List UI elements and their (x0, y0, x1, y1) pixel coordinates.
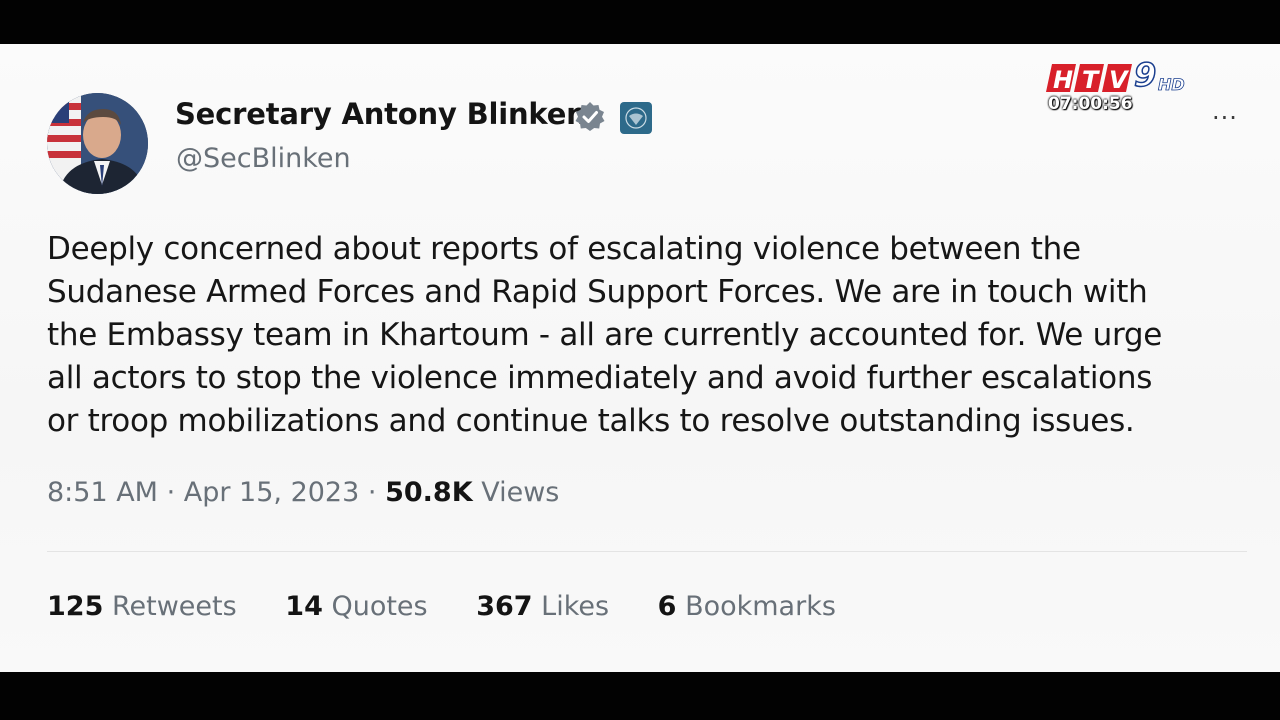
tweet-text-line: or troop mobilizations and continue talk… (47, 403, 1135, 439)
video-letterbox-top (0, 0, 1280, 44)
quotes-label: Quotes (331, 591, 428, 622)
svg-text:V: V (1109, 66, 1130, 94)
meta-separator: · (367, 477, 377, 508)
svg-text:9: 9 (1134, 60, 1156, 94)
likes-label: Likes (541, 591, 610, 622)
bookmarks-stat[interactable]: 6 Bookmarks (658, 591, 836, 622)
svg-text:H: H (1053, 66, 1073, 94)
retweets-stat[interactable]: 125 Retweets (47, 591, 237, 622)
tweet-text-line: Sudanese Armed Forces and Rapid Support … (47, 274, 1148, 310)
tweet-text: Deeply concerned about reports of escala… (47, 228, 1257, 443)
retweets-count: 125 (47, 591, 104, 622)
meta-separator: · (166, 477, 176, 508)
quotes-stat[interactable]: 14 Quotes (285, 591, 427, 622)
tweet-date[interactable]: Apr 15, 2023 (184, 477, 360, 508)
bookmarks-count: 6 (657, 591, 677, 622)
government-seal-icon (620, 102, 652, 134)
avatar[interactable] (47, 93, 148, 194)
views-count: 50.8K (385, 477, 473, 508)
author-display-name[interactable]: Secretary Antony Blinken (175, 97, 587, 131)
bookmarks-label: Bookmarks (685, 591, 836, 622)
likes-count: 367 (476, 591, 533, 622)
tweet-text-line: all actors to stop the violence immediat… (47, 360, 1153, 396)
retweets-label: Retweets (111, 591, 237, 622)
htv9-logo: H T V 9 HD (1046, 60, 1185, 95)
verified-check-icon (575, 102, 605, 131)
avatar-image (47, 93, 148, 194)
tweet-text-line: Deeply concerned about reports of escala… (47, 231, 1081, 267)
more-options-icon[interactable]: ··· (1212, 104, 1238, 132)
tweet-stats: 125 Retweets 14 Quotes 367 Likes 6 Bookm… (47, 591, 876, 622)
views-label: Views (481, 477, 560, 508)
svg-text:HD: HD (1158, 75, 1185, 94)
tweet-meta: 8:51 AM · Apr 15, 2023 · 50.8K Views (47, 477, 559, 508)
likes-stat[interactable]: 367 Likes (476, 591, 609, 622)
video-letterbox-bottom (0, 672, 1280, 720)
quotes-count: 14 (285, 591, 323, 622)
svg-text:T: T (1082, 66, 1100, 94)
tweet-text-line: the Embassy team in Khartoum - all are c… (47, 317, 1163, 353)
divider (47, 551, 1247, 552)
tweet-time[interactable]: 8:51 AM (47, 477, 158, 508)
author-handle[interactable]: @SecBlinken (176, 143, 351, 174)
broadcast-clock: 07:00:56 (1048, 94, 1133, 114)
